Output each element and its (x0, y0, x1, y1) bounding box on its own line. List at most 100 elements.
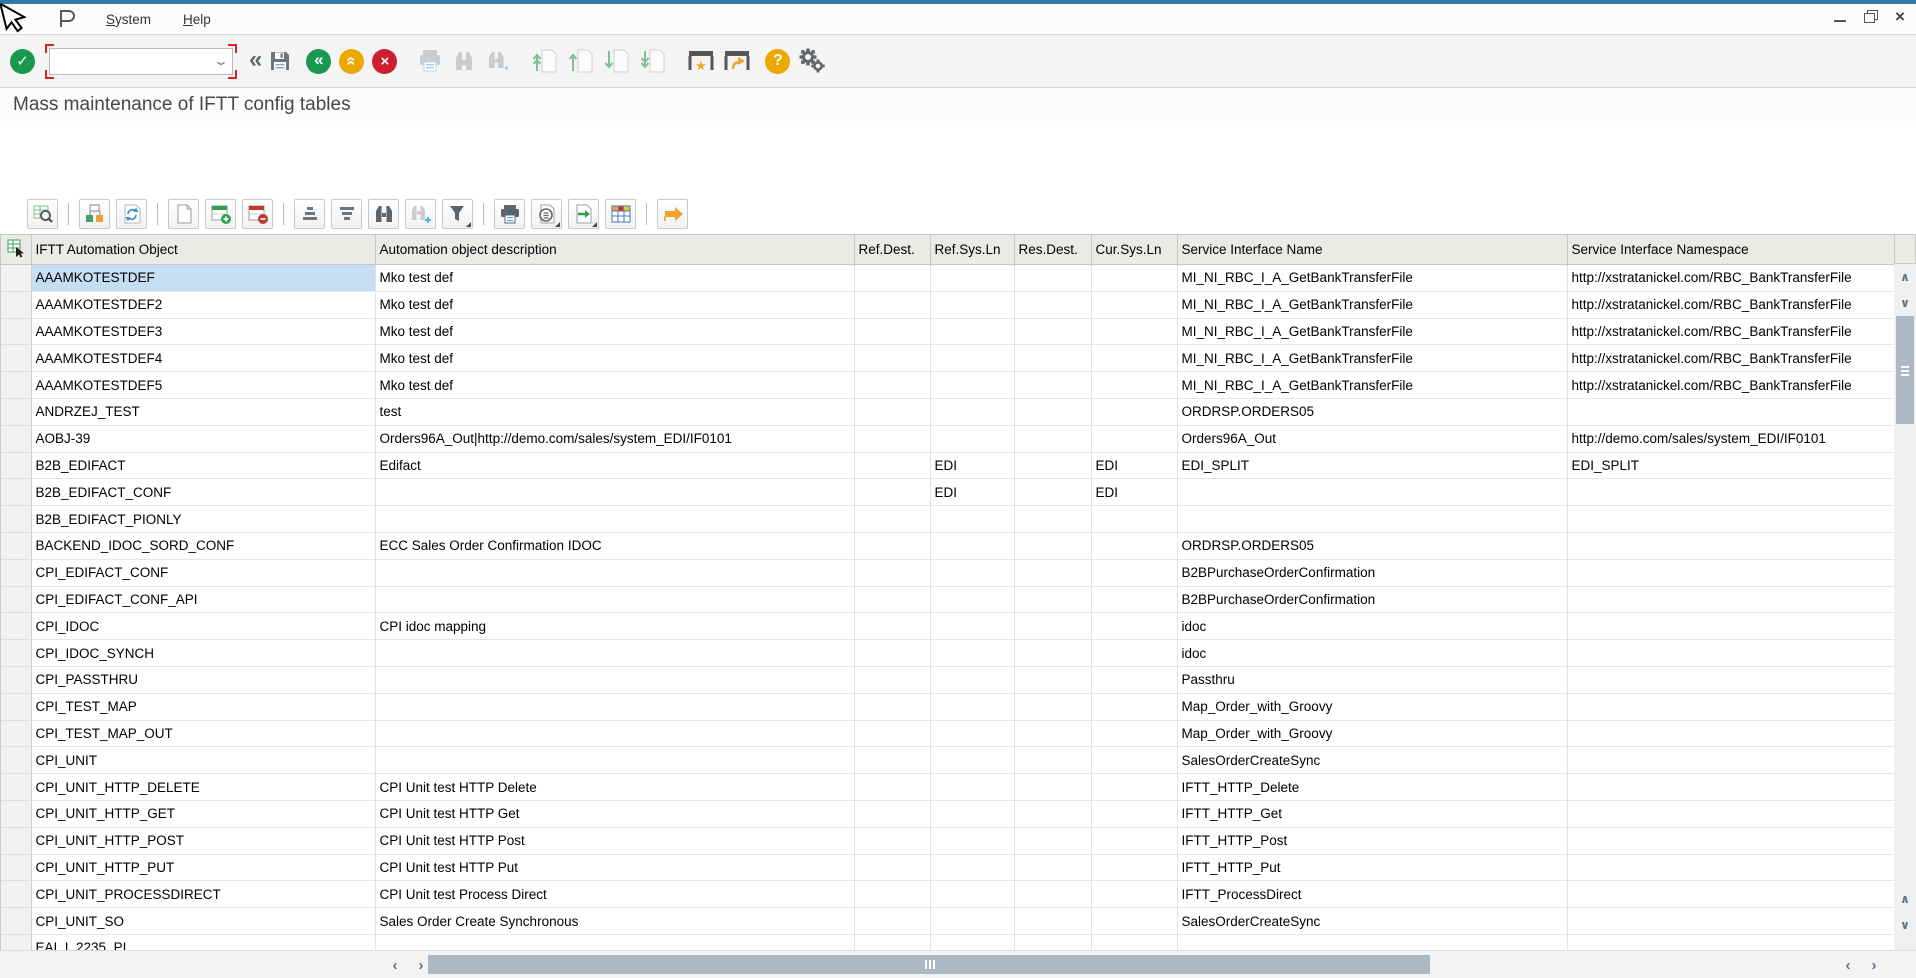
cell-ref_sys_ln[interactable] (930, 854, 1014, 881)
cell-description[interactable]: CPI idoc mapping (375, 613, 854, 640)
row-selector[interactable] (1, 372, 31, 399)
cell-cur_sys_ln[interactable] (1091, 881, 1177, 908)
cell-res_dest[interactable] (1014, 934, 1091, 950)
cell-svc_if_name[interactable]: SalesOrderCreateSync (1177, 747, 1567, 774)
find-next-icon[interactable] (485, 48, 511, 74)
cell-ref_sys_ln[interactable] (930, 693, 1014, 720)
row-selector[interactable] (1, 747, 31, 774)
cell-svc_if_name[interactable]: IFTT_ProcessDirect (1177, 881, 1567, 908)
cell-description[interactable]: Mko test def (375, 291, 854, 318)
cell-ref_dest[interactable] (854, 586, 930, 613)
cell-ref_dest[interactable] (854, 265, 930, 292)
cell-res_dest[interactable] (1014, 506, 1091, 533)
cell-object[interactable]: EAI_I_2235_PI (31, 934, 375, 950)
cell-ref_sys_ln[interactable] (930, 318, 1014, 345)
cell-svc_if_ns[interactable] (1567, 774, 1894, 801)
cell-cur_sys_ln[interactable] (1091, 506, 1177, 533)
cell-svc_if_ns[interactable] (1567, 398, 1894, 425)
cell-svc_if_name[interactable]: MI_NI_RBC_I_A_GetBankTransferFile (1177, 372, 1567, 399)
cell-object[interactable]: CPI_UNIT_PROCESSDIRECT (31, 881, 375, 908)
cell-ref_dest[interactable] (854, 908, 930, 935)
cell-ref_dest[interactable] (854, 747, 930, 774)
cell-res_dest[interactable] (1014, 666, 1091, 693)
horizontal-scroll-thumb[interactable] (428, 955, 1430, 974)
cell-svc_if_ns[interactable] (1567, 881, 1894, 908)
cell-description[interactable]: Mko test def (375, 345, 854, 372)
menu-help[interactable]: Help (167, 12, 227, 27)
cell-svc_if_name[interactable]: IFTT_HTTP_Put (1177, 854, 1567, 881)
cell-res_dest[interactable] (1014, 774, 1091, 801)
cell-description[interactable] (375, 586, 854, 613)
cell-ref_sys_ln[interactable] (930, 666, 1014, 693)
cell-ref_sys_ln[interactable]: EDI (930, 452, 1014, 479)
vertical-scroll-thumb[interactable] (1896, 316, 1914, 424)
column-header-ref-dest-[interactable]: Ref.Dest. (854, 235, 930, 265)
cell-res_dest[interactable] (1014, 693, 1091, 720)
print-icon[interactable] (417, 48, 443, 74)
cell-ref_sys_ln[interactable] (930, 425, 1014, 452)
sort-ascending-button[interactable] (294, 199, 325, 229)
cell-svc_if_name[interactable]: EDI_SPLIT (1177, 452, 1567, 479)
cell-svc_if_name[interactable] (1177, 479, 1567, 506)
cell-ref_sys_ln[interactable] (930, 265, 1014, 292)
cell-ref_dest[interactable] (854, 693, 930, 720)
row-selector[interactable] (1, 800, 31, 827)
cell-cur_sys_ln[interactable] (1091, 613, 1177, 640)
cell-object[interactable]: CPI_EDIFACT_CONF (31, 559, 375, 586)
cell-ref_dest[interactable] (854, 372, 930, 399)
cell-object[interactable]: CPI_TEST_MAP_OUT (31, 720, 375, 747)
cell-svc_if_name[interactable]: Map_Order_with_Groovy (1177, 693, 1567, 720)
print-button[interactable] (494, 199, 525, 229)
create-shortcut-icon[interactable]: ★ (687, 47, 715, 75)
cell-ref_dest[interactable] (854, 345, 930, 372)
cell-svc_if_ns[interactable] (1567, 827, 1894, 854)
cell-cur_sys_ln[interactable] (1091, 827, 1177, 854)
cell-res_dest[interactable] (1014, 452, 1091, 479)
collapse-chevrons-icon[interactable]: « (249, 46, 262, 74)
find-next-button[interactable] (405, 199, 436, 229)
cell-description[interactable] (375, 934, 854, 950)
cell-object[interactable]: AAAMKOTESTDEF2 (31, 291, 375, 318)
views-button[interactable] (531, 199, 562, 229)
cell-cur_sys_ln[interactable] (1091, 586, 1177, 613)
cell-ref_dest[interactable] (854, 774, 930, 801)
cell-object[interactable]: CPI_IDOC_SYNCH (31, 640, 375, 667)
row-selector[interactable] (1, 720, 31, 747)
cell-ref_dest[interactable] (854, 613, 930, 640)
cell-res_dest[interactable] (1014, 291, 1091, 318)
cell-svc_if_ns[interactable] (1567, 854, 1894, 881)
next-page-icon[interactable] (603, 47, 631, 75)
cell-ref_sys_ln[interactable]: EDI (930, 479, 1014, 506)
cell-res_dest[interactable] (1014, 398, 1091, 425)
cell-svc_if_ns[interactable]: http://xstratanickel.com/RBC_BankTransfe… (1567, 372, 1894, 399)
cell-object[interactable]: CPI_UNIT (31, 747, 375, 774)
cell-svc_if_name[interactable]: MI_NI_RBC_I_A_GetBankTransferFile (1177, 318, 1567, 345)
cell-cur_sys_ln[interactable] (1091, 345, 1177, 372)
cell-ref_sys_ln[interactable] (930, 747, 1014, 774)
cell-svc_if_ns[interactable]: http://xstratanickel.com/RBC_BankTransfe… (1567, 318, 1894, 345)
cell-ref_dest[interactable] (854, 800, 930, 827)
cell-svc_if_ns[interactable] (1567, 934, 1894, 950)
row-selector[interactable] (1, 666, 31, 693)
cell-svc_if_name[interactable]: B2BPurchaseOrderConfirmation (1177, 586, 1567, 613)
cell-svc_if_name[interactable]: IFTT_HTTP_Post (1177, 827, 1567, 854)
cell-description[interactable]: Sales Order Create Synchronous (375, 908, 854, 935)
select-all-corner[interactable] (1, 235, 31, 265)
cell-description[interactable] (375, 506, 854, 533)
cell-svc_if_name[interactable]: B2BPurchaseOrderConfirmation (1177, 559, 1567, 586)
cell-cur_sys_ln[interactable] (1091, 318, 1177, 345)
row-selector[interactable] (1, 854, 31, 881)
cell-res_dest[interactable] (1014, 747, 1091, 774)
transfer-button[interactable] (657, 199, 688, 229)
cell-object[interactable]: CPI_TEST_MAP (31, 693, 375, 720)
cell-res_dest[interactable] (1014, 720, 1091, 747)
cell-object[interactable]: BACKEND_IDOC_SORD_CONF (31, 532, 375, 559)
cell-object[interactable]: B2B_EDIFACT_CONF (31, 479, 375, 506)
row-selector[interactable] (1, 265, 31, 292)
cell-res_dest[interactable] (1014, 532, 1091, 559)
cell-description[interactable] (375, 693, 854, 720)
cell-res_dest[interactable] (1014, 881, 1091, 908)
cell-cur_sys_ln[interactable] (1091, 532, 1177, 559)
cell-svc_if_name[interactable]: ORDRSP.ORDERS05 (1177, 532, 1567, 559)
cell-object[interactable]: AAAMKOTESTDEF4 (31, 345, 375, 372)
